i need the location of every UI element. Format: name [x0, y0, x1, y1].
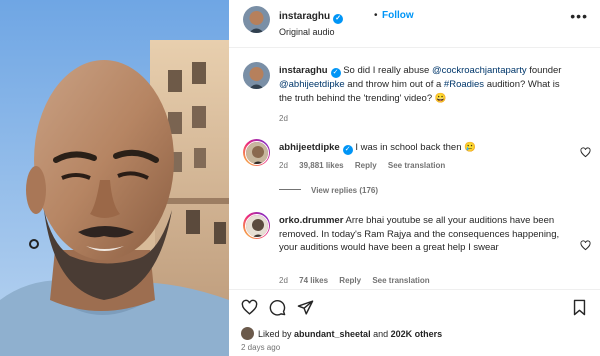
liked-by-prefix: Liked by [258, 329, 292, 339]
view-replies-label: View replies (176) [311, 186, 378, 195]
post-header: instaraghu ✓ • Follow Original audio ••• [229, 0, 600, 48]
liker-username[interactable]: abundant_sheetal [294, 329, 371, 339]
reply-button[interactable]: Reply [355, 161, 377, 170]
reel-video-frame [0, 0, 229, 356]
comment-text: abhijeetdipke ✓ I was in school back then… [279, 141, 574, 155]
commenter-avatar[interactable] [243, 139, 270, 166]
caption-meta: 2d [279, 114, 297, 123]
commenter-avatar[interactable] [243, 212, 270, 239]
comment-time: 2d [279, 276, 288, 285]
mention-link[interactable]: @cockroachjantaparty [432, 65, 527, 76]
comment-time: 2d [279, 161, 288, 170]
author-username-text: instaraghu [279, 11, 331, 22]
caption-text-part: So did I really abuse [343, 65, 430, 76]
heart-icon[interactable] [580, 147, 591, 158]
heart-icon[interactable] [241, 299, 258, 316]
follow-button[interactable]: Follow [382, 10, 414, 21]
post-panel: instaraghu ✓ • Follow Original audio ••• … [229, 0, 600, 356]
liker-avatar[interactable] [241, 327, 254, 340]
more-icon[interactable]: ••• [570, 9, 588, 23]
liked-by-and: and [373, 329, 389, 339]
replies-divider [279, 189, 301, 190]
caption-username[interactable]: instaraghu [279, 65, 328, 76]
comment-text: orko.drummer Arre bhai youtube se all yo… [279, 214, 574, 255]
action-bar: Liked by abundant_sheetal and 202K other… [229, 289, 600, 355]
original-audio-link[interactable]: Original audio [279, 27, 335, 37]
comment-likes[interactable]: 74 likes [299, 276, 328, 285]
see-translation-button[interactable]: See translation [388, 161, 445, 170]
see-translation-button[interactable]: See translation [372, 276, 429, 285]
author-avatar[interactable] [243, 6, 270, 33]
author-username[interactable]: instaraghu ✓ [279, 11, 344, 24]
liked-by: Liked by abundant_sheetal and 202K other… [241, 327, 442, 340]
view-replies-button[interactable]: View replies (176) [279, 186, 378, 195]
save-icon[interactable] [571, 299, 588, 316]
post-date[interactable]: 2 days ago [241, 343, 280, 352]
comment-username[interactable]: abhijeetdipke [279, 142, 340, 153]
comment-icon[interactable] [269, 299, 286, 316]
caption-text-part: and throw him out of a [347, 79, 442, 90]
caption-text-part: founder [529, 65, 562, 76]
header-separator: • [374, 10, 378, 21]
comment-likes[interactable]: 39,881 likes [299, 161, 343, 170]
caption-avatar[interactable] [243, 62, 270, 89]
comment-meta: 2d 74 likes Reply See translation [279, 276, 439, 285]
heart-icon[interactable] [580, 240, 591, 251]
share-icon[interactable] [297, 299, 314, 316]
likes-count[interactable]: 202K others [391, 329, 443, 339]
caption-text: instaraghu ✓ So did I really abuse @cockr… [279, 64, 574, 105]
comment-message: I was in school back then 🥲 [355, 142, 476, 153]
hashtag-link[interactable]: #Roadies [444, 79, 484, 90]
reel-video[interactable] [0, 0, 229, 356]
verified-icon: ✓ [342, 145, 353, 155]
verified-icon: ✓ [333, 14, 344, 24]
comment-meta: 2d 39,881 likes Reply See translation [279, 161, 454, 170]
reply-button[interactable]: Reply [339, 276, 361, 285]
comment-username[interactable]: orko.drummer [279, 215, 343, 226]
verified-icon: ✓ [330, 68, 341, 78]
caption-time: 2d [279, 114, 288, 123]
mention-link[interactable]: @abhijeetdipke [279, 79, 345, 90]
